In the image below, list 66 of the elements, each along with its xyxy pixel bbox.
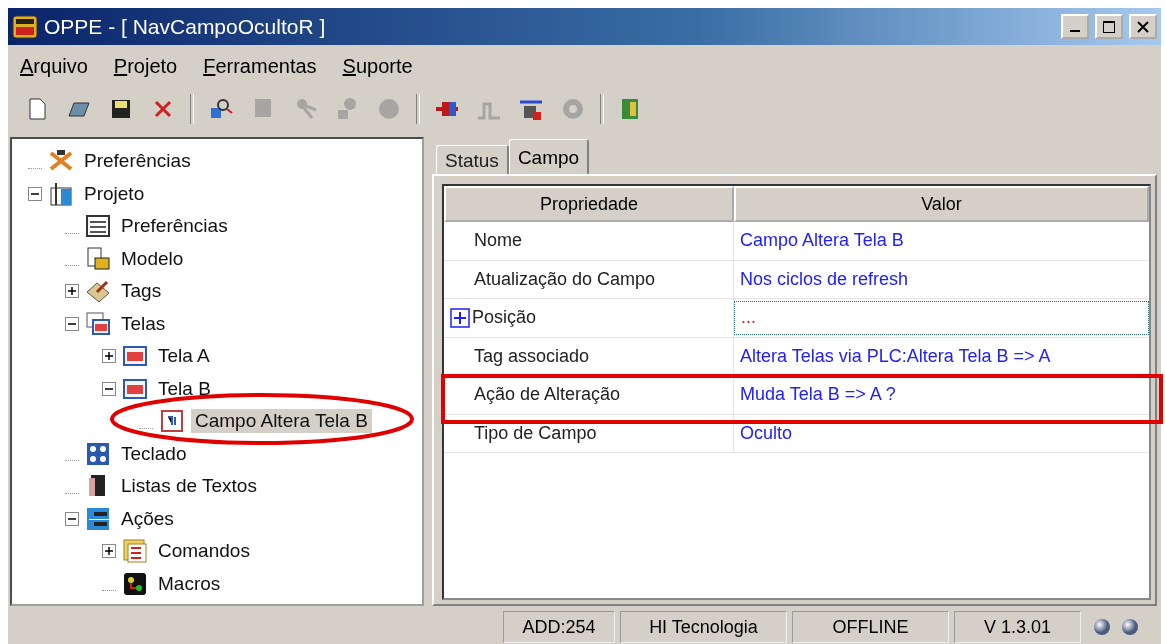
screens-icon [85,310,111,337]
property-name: Tipo de Campo [474,422,597,444]
tree-item[interactable]: Projeto [80,181,149,206]
gear-icon [560,96,586,122]
tree-item[interactable]: Telas [117,311,170,336]
tree-item[interactable]: Preferências [117,214,232,239]
property-name: Nome [474,230,522,252]
tree-item[interactable]: Preferências [80,149,195,174]
macro-icon [122,570,148,597]
tree-item[interactable]: Ações [117,506,178,531]
property-value: Oculto [739,421,794,445]
maximize-button[interactable] [1095,14,1123,39]
expand-toggle[interactable] [65,316,79,331]
tree-item[interactable]: Macros [154,571,225,596]
expand-toggle[interactable] [102,544,116,559]
tree-item[interactable]: Tela A [154,344,214,369]
expand-toggle[interactable] [28,186,42,201]
app-icon [12,14,38,39]
close-icon [1137,20,1149,33]
property-value: Muda Tela B => A ? [739,383,897,407]
status-panel: OFFLINE [792,611,949,643]
field-icon [159,408,185,435]
minimize-icon [1070,30,1080,32]
expand-toggle[interactable] [102,349,116,364]
menu-item[interactable]: Suporte [342,54,413,78]
document-icon [85,245,111,272]
value-field[interactable]: ... [734,301,1149,335]
status-panel: V 1.3.01 [954,611,1081,643]
property-name: Posição [472,307,537,329]
menu-item[interactable]: Ferramentas [203,54,317,78]
tree-item[interactable]: Tags [117,279,166,304]
status-panel: ADD:254 [503,611,615,643]
expand-toggle[interactable] [102,381,116,396]
minimize-button[interactable] [1061,14,1089,39]
column-header: Propriedade [444,186,734,222]
column-header: Valor [734,186,1149,222]
property-name: Atualização do Campo [474,268,656,290]
expand-toggle[interactable] [65,511,79,526]
property-value: Campo Altera Tela B [739,229,905,253]
expand-toggle[interactable] [450,307,470,328]
expand-toggle[interactable] [65,284,79,299]
property-name: Tag associado [474,345,590,367]
tree-item[interactable]: Modelo [117,246,188,271]
project-icon [48,180,74,207]
property-value: Nos ciclos de refresh [739,267,910,291]
tag-icon [85,278,111,305]
tree-item[interactable]: Listas de Textos [117,474,261,499]
tree-item[interactable]: Tela B [154,376,215,401]
menu-item[interactable]: Projeto [113,54,178,78]
tab[interactable]: Campo [508,139,590,175]
keypad-icon [85,440,111,467]
tree-item[interactable]: Campo Altera Tela B [191,409,372,434]
actions-icon [85,505,111,532]
maximize-icon [1102,19,1116,34]
property-name: Ação de Alteração [474,384,621,406]
disc-icon [376,96,402,122]
menu-item[interactable]: Arquivo [20,54,88,78]
tab[interactable]: Status [436,145,509,175]
property-value: Altera Telas via PLC:Altera Tela B => A [739,344,1052,368]
checklist-icon [85,213,111,240]
tree-item[interactable]: Comandos [154,539,254,564]
commands-icon [122,538,148,565]
status-panel: HI Tecnologia [620,611,787,643]
tree-item[interactable]: Teclado [117,441,191,466]
window-title: OPPE - [ NavCampoOcultoR ] [44,14,327,39]
close-button[interactable] [1129,14,1157,39]
